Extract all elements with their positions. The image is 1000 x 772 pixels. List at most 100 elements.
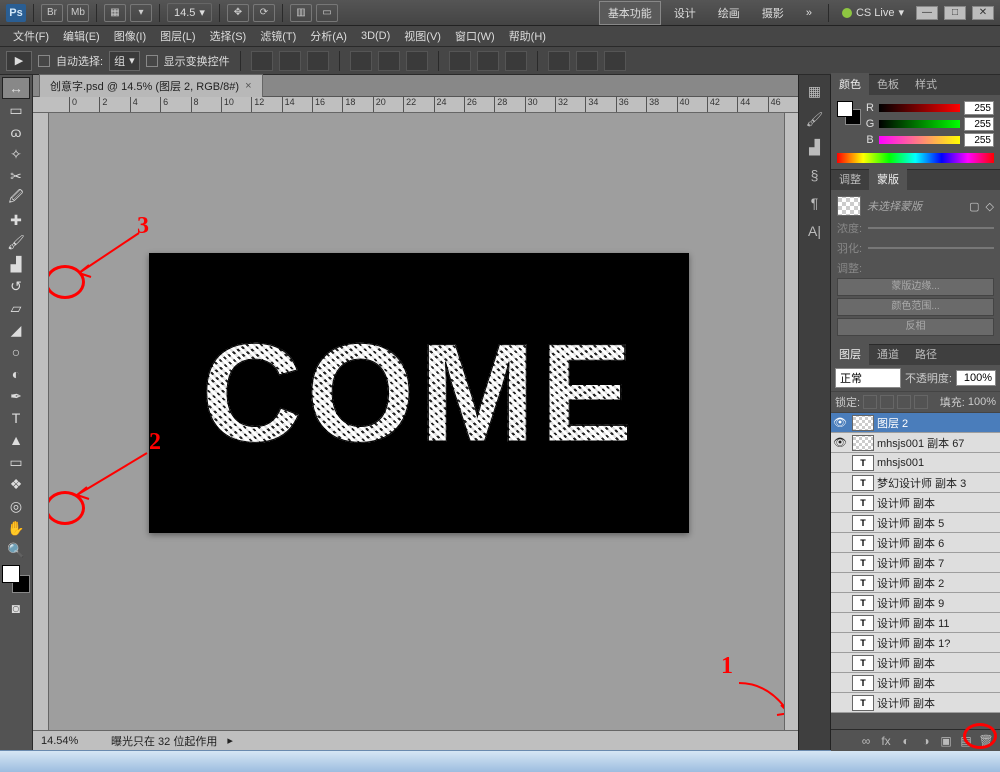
workspace-more[interactable]: » [797,3,821,23]
layer-thumb[interactable]: T [852,635,874,651]
camera-tool[interactable]: ◎ [2,495,30,517]
arrange-icon[interactable]: ▥ [290,4,312,22]
layer-row[interactable]: T设计师 副本 [831,493,1000,513]
auto-select-checkbox[interactable] [38,55,50,67]
zoom-select[interactable]: 14.5▾ [167,3,212,22]
mask-vector-icon[interactable]: ◇ [986,200,994,213]
menu-image[interactable]: 图像(I) [107,26,153,46]
para-panel-icon[interactable]: ¶ [803,191,827,215]
mask-pixel-icon[interactable]: ▢ [969,200,979,213]
blend-mode-select[interactable]: 正常 [835,368,901,388]
ruler-horizontal[interactable]: 0246810121416182022242628303234363840424… [33,97,798,113]
3d-tool[interactable]: ❖ [2,473,30,495]
g-input[interactable] [964,117,994,131]
density-slider[interactable] [868,227,994,229]
tab-close-icon[interactable]: × [245,80,251,92]
canvas[interactable]: COME [149,253,689,533]
workspace-photo[interactable]: 摄影 [753,1,793,25]
layer-row[interactable]: T设计师 副本 9 [831,593,1000,613]
layer-fx-icon[interactable]: fx [878,733,894,749]
distribute-btn-4[interactable] [548,51,570,71]
lock-move-icon[interactable] [897,395,911,409]
align-btn-6[interactable] [406,51,428,71]
tab-masks[interactable]: 蒙版 [869,168,907,190]
cs-live[interactable]: CS Live▾ [842,6,904,19]
eraser-tool[interactable]: ▱ [2,297,30,319]
align-btn-5[interactable] [378,51,400,71]
layer-thumb[interactable]: T [852,495,874,511]
distribute-btn-3[interactable] [505,51,527,71]
stamp-tool[interactable]: ▟ [2,253,30,275]
b-input[interactable] [964,133,994,147]
layer-thumb[interactable]: T [852,455,874,471]
a-panel-icon[interactable]: A| [803,219,827,243]
layer-row[interactable]: T设计师 副本 [831,653,1000,673]
menu-select[interactable]: 选择(S) [203,26,254,46]
hand-tool[interactable]: ✋ [2,517,30,539]
spectrum-strip[interactable] [837,153,994,163]
clone-panel-icon[interactable]: ▟ [803,135,827,159]
document-tab[interactable]: 创意字.psd @ 14.5% (图层 2, RGB/8#) × [39,74,263,97]
distribute-btn-1[interactable] [449,51,471,71]
invert-button[interactable]: 反相 [837,318,994,336]
layer-row[interactable]: T设计师 副本 11 [831,613,1000,633]
layer-row[interactable]: T设计师 副本 1? [831,633,1000,653]
brush-tool[interactable]: 🖌 [2,231,30,253]
color-range-button[interactable]: 颜色范围... [837,298,994,316]
canvas-viewport[interactable]: COME 3 2 1 [49,113,784,730]
layer-thumb[interactable] [852,415,874,431]
lock-all-icon[interactable] [914,395,928,409]
align-btn-2[interactable] [279,51,301,71]
align-btn-4[interactable] [350,51,372,71]
path-select-tool[interactable]: ▲ [2,429,30,451]
brush-panel-icon[interactable]: 🖌 [803,107,827,131]
fill-input[interactable]: 100% [968,396,996,408]
layer-thumb[interactable]: T [852,695,874,711]
b-slider[interactable] [879,136,960,144]
tab-swatches[interactable]: 色板 [869,73,907,95]
add-mask-icon[interactable]: ◐ [898,733,914,749]
rotate-icon[interactable]: ⟳ [253,4,275,22]
hand-icon[interactable]: ✥ [227,4,249,22]
align-btn-3[interactable] [307,51,329,71]
layer-thumb[interactable]: T [852,675,874,691]
show-controls-checkbox[interactable] [146,55,158,67]
workspace-basic[interactable]: 基本功能 [599,1,661,25]
tab-channels[interactable]: 通道 [869,343,907,365]
layer-thumb[interactable]: T [852,655,874,671]
fill-adjust-icon[interactable]: ◑ [918,733,934,749]
menu-analysis[interactable]: 分析(A) [303,26,354,46]
new-group-icon[interactable]: ▣ [938,733,954,749]
window-close[interactable]: ✕ [972,6,994,20]
document-scrollbar-vertical[interactable] [784,113,798,730]
zoom-tool[interactable]: 🔍 [2,539,30,561]
color-swatch[interactable] [2,565,30,593]
layer-row[interactable]: Tmhsjs001 [831,453,1000,473]
window-min[interactable]: — [916,6,938,20]
layer-row[interactable]: T设计师 副本 6 [831,533,1000,553]
layer-row[interactable]: 👁图层 2 [831,413,1000,433]
healing-tool[interactable]: ✚ [2,209,30,231]
history-brush-tool[interactable]: ↺ [2,275,30,297]
layer-row[interactable]: T设计师 副本 [831,693,1000,713]
workspace-draw[interactable]: 绘画 [709,1,749,25]
mask-edge-button[interactable]: 蒙版边缘... [837,278,994,296]
g-slider[interactable] [879,120,960,128]
layer-eye-icon[interactable]: 👁 [831,416,849,429]
distribute-btn-6[interactable] [604,51,626,71]
pen-tool[interactable]: ✒ [2,385,30,407]
lock-paint-icon[interactable] [880,395,894,409]
menu-help[interactable]: 帮助(H) [502,26,553,46]
dodge-tool[interactable]: ◐ [2,363,30,385]
layer-thumb[interactable]: T [852,595,874,611]
move-tool[interactable]: ↔ [2,77,30,99]
history-panel-icon[interactable]: ▦ [803,79,827,103]
tab-paths[interactable]: 路径 [907,343,945,365]
layer-thumb[interactable] [852,435,874,451]
marquee-tool[interactable]: ▭ [2,99,30,121]
lasso-tool[interactable]: ɷ [2,121,30,143]
menu-file[interactable]: 文件(F) [6,26,56,46]
minibridge-icon[interactable]: Mb [67,4,89,22]
menu-view[interactable]: 视图(V) [397,26,448,46]
tab-color[interactable]: 颜色 [831,73,869,95]
